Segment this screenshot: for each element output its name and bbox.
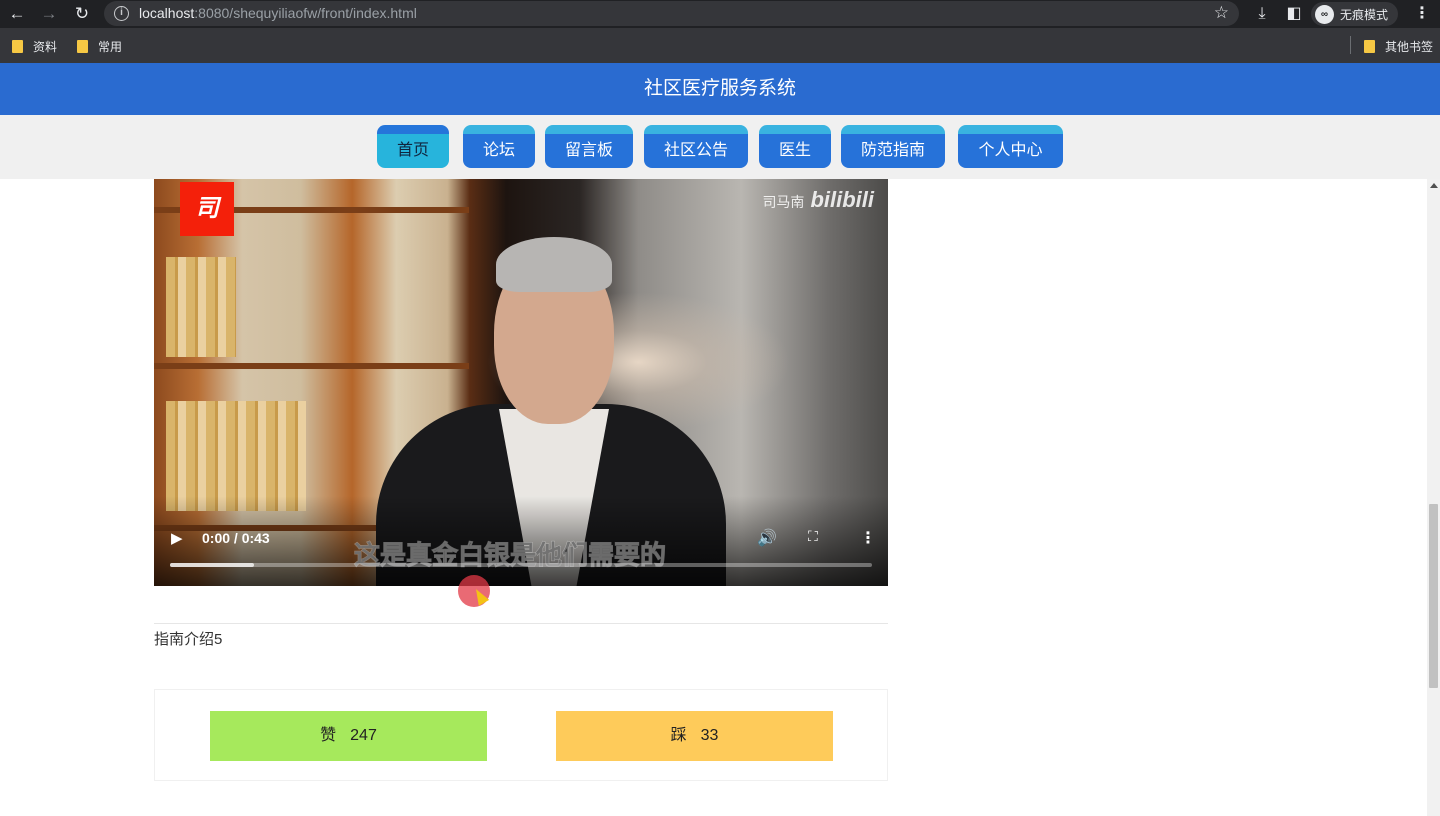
progress-track[interactable] (170, 563, 872, 567)
back-icon[interactable]: ← (6, 3, 28, 25)
content-divider (154, 623, 888, 624)
nav-forum[interactable]: 论坛 (463, 125, 535, 168)
address-bar[interactable]: i localhost:8080/shequyiliaofw/front/ind… (104, 1, 1239, 26)
dislike-button[interactable]: 踩 33 (556, 711, 833, 761)
nav-message-board[interactable]: 留言板 (545, 125, 633, 168)
video-watermark: 司马南 bilibili (762, 187, 874, 212)
nav-doctors[interactable]: 医生 (759, 125, 831, 168)
more-options-icon[interactable]: ⋮ (860, 528, 876, 548)
nav-announcements[interactable]: 社区公告 (644, 125, 748, 168)
page-scrollbar[interactable] (1427, 179, 1440, 816)
site-info-icon[interactable]: i (114, 6, 129, 21)
vote-panel: 赞 247 踩 33 (154, 689, 888, 781)
speaker-hair (496, 237, 612, 292)
download-icon[interactable]: ⤓ (1251, 3, 1273, 25)
scroll-thumb[interactable] (1429, 504, 1438, 688)
main-nav: 首页 论坛 留言板 社区公告 医生 防范指南 个人中心 (0, 115, 1440, 179)
bookshelf-books (166, 257, 236, 357)
folder-icon (1364, 40, 1375, 53)
side-panel-icon[interactable]: ◧ (1283, 3, 1305, 25)
folder-icon (12, 40, 23, 53)
incognito-badge[interactable]: ∞ 无痕模式 (1311, 2, 1399, 26)
url-text[interactable]: localhost:8080/shequyiliaofw/front/index… (139, 5, 417, 21)
bookmark-folder-changyong[interactable]: 常用 (77, 38, 122, 55)
reload-icon[interactable]: ↻ (71, 3, 93, 25)
volume-icon[interactable]: 🔊 (757, 528, 777, 548)
play-icon[interactable]: ▶ (171, 529, 183, 547)
site-title: 社区医疗服务系统 (0, 63, 1440, 115)
bookmark-folder-ziliao[interactable]: 资料 (12, 38, 57, 55)
incognito-icon: ∞ (1315, 4, 1334, 24)
other-bookmarks[interactable]: 其他书签 (1364, 38, 1433, 55)
nav-prevention-guide[interactable]: 防范指南 (841, 125, 945, 168)
menu-icon[interactable]: ⋮ (1411, 3, 1433, 25)
forward-icon[interactable]: → (38, 3, 60, 25)
folder-icon (77, 40, 88, 53)
bookshelf-shelf (154, 363, 469, 369)
bookmarks-divider (1350, 36, 1351, 54)
buffered-bar (170, 563, 255, 567)
guide-intro: 指南介绍5 (154, 631, 223, 648)
incognito-label: 无痕模式 (1340, 7, 1389, 22)
bookmarks-bar: 资料 常用 其他书签 (0, 28, 1440, 63)
scroll-up-arrow-icon[interactable] (1430, 183, 1438, 188)
channel-logo: 司 (180, 182, 234, 236)
fullscreen-icon[interactable]: ⛶ (808, 529, 822, 543)
browser-toolbar: ← → ↻ i localhost:8080/shequyiliaofw/fro… (0, 0, 1440, 28)
bookmark-star-icon[interactable]: ☆ (1214, 3, 1229, 23)
bookshelf-books (166, 401, 306, 511)
video-time: 0:00 / 0:43 (202, 530, 270, 546)
like-button[interactable]: 赞 247 (210, 711, 487, 761)
nav-home[interactable]: 首页 (377, 125, 449, 168)
video-player[interactable]: 司 司马南 bilibili 这是真金白银是他们需要的 ▶ 0:00 / 0:43… (154, 179, 888, 586)
nav-personal-center[interactable]: 个人中心 (958, 125, 1063, 168)
